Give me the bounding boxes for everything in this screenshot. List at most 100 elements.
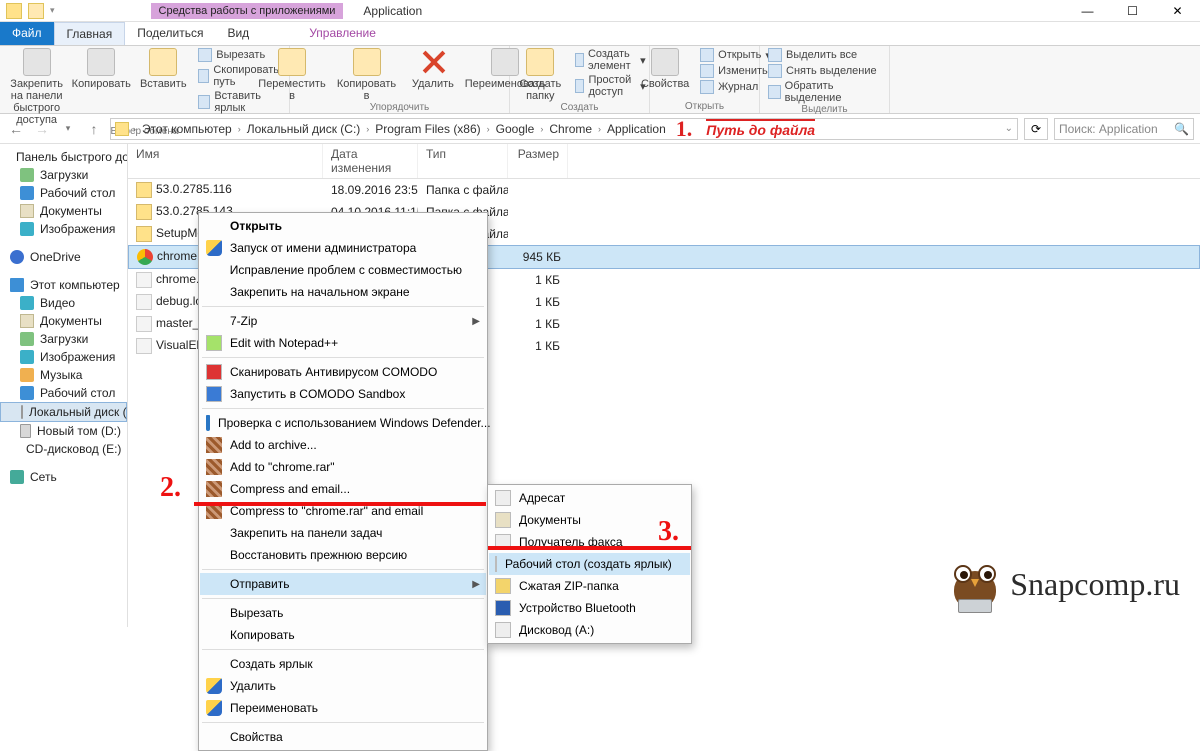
file-icon [136, 294, 152, 310]
invertsel-icon [768, 85, 781, 99]
sidebar-pictures-2[interactable]: Изображения [0, 348, 127, 366]
nav-up-button[interactable]: ↑ [84, 119, 104, 139]
ctx-7zip[interactable]: 7-Zip▶ [200, 310, 486, 332]
ctx-send-to[interactable]: Отправить▶ [200, 573, 486, 595]
pin-quickaccess-button[interactable]: Закрепить на панели быстрого доступа [7, 48, 66, 126]
breadcrumb-dropdown-icon[interactable]: ⌄ [1005, 123, 1013, 134]
new-item-button[interactable]: Создать элемент ▾ [575, 48, 645, 72]
ctx-pin-start[interactable]: Закрепить на начальном экране [200, 281, 486, 303]
ctx-cut[interactable]: Вырезать [200, 602, 486, 624]
move-to-button[interactable]: Переместить в [257, 48, 327, 102]
ctx-run-as-admin[interactable]: Запуск от имени администратора [200, 237, 486, 259]
qat-dropdown-icon[interactable]: ▾ [50, 5, 55, 16]
column-name[interactable]: Имя [128, 144, 323, 178]
ctx-comodo-scan[interactable]: Сканировать Антивирусом COMODO [200, 361, 486, 383]
ctx-restore-version[interactable]: Восстановить прежнюю версию [200, 544, 486, 566]
sidebar-drive-d[interactable]: Новый том (D:) [0, 422, 127, 440]
ctx-add-archive[interactable]: Add to archive... [200, 434, 486, 456]
sidebar-drive-c[interactable]: Локальный диск (C:) [0, 402, 127, 422]
ctx-create-shortcut[interactable]: Создать ярлык [200, 653, 486, 675]
invert-selection-button[interactable]: Обратить выделение [768, 80, 881, 104]
ctx-troubleshoot-compat[interactable]: Исправление проблем с совместимостью [200, 259, 486, 281]
column-date[interactable]: Дата изменения [323, 144, 418, 178]
sidebar-onedrive[interactable]: OneDrive [0, 248, 127, 266]
copy-button[interactable]: Копировать [74, 48, 128, 90]
column-type[interactable]: Тип [418, 144, 508, 178]
ctx-comodo-sandbox[interactable]: Запустить в COMODO Sandbox [200, 383, 486, 405]
tab-view[interactable]: Вид [215, 22, 261, 45]
ctx-rename[interactable]: Переименовать [200, 697, 486, 719]
sidebar-desktop-2[interactable]: Рабочий стол [0, 384, 127, 402]
sendto-bluetooth[interactable]: Устройство Bluetooth [489, 597, 690, 619]
tab-file[interactable]: Файл [0, 22, 54, 45]
ctx-copy[interactable]: Копировать [200, 624, 486, 646]
column-size[interactable]: Размер [508, 144, 568, 178]
ctx-properties[interactable]: Свойства [200, 726, 486, 748]
watermark-text: Snapcomp.ru [1010, 566, 1180, 603]
breadcrumb[interactable]: › Этот компьютер› Локальный диск (C:)› P… [110, 118, 1018, 140]
close-button[interactable]: ✕ [1155, 0, 1200, 22]
minimize-button[interactable]: — [1065, 0, 1110, 22]
paste-icon [149, 48, 177, 76]
sidebar-downloads[interactable]: Загрузки [0, 166, 127, 184]
copy-to-button[interactable]: Копировать в [335, 48, 398, 102]
pictures-icon [20, 222, 34, 236]
properties-button[interactable]: Свойства [638, 48, 692, 90]
nav-forward-button[interactable]: → [32, 119, 52, 139]
copy-icon [87, 48, 115, 76]
defender-icon [206, 415, 210, 431]
pc-icon [10, 278, 24, 292]
search-input[interactable]: Поиск: Application 🔍 [1054, 118, 1194, 140]
annotation-3-underline [488, 546, 691, 550]
nav-back-button[interactable]: ← [6, 119, 26, 139]
copypath-icon [198, 69, 209, 83]
maximize-button[interactable]: ☐ [1110, 0, 1155, 22]
paste-button[interactable]: Вставить [136, 48, 190, 90]
sidebar-this-pc[interactable]: Этот компьютер [0, 276, 127, 294]
ctx-add-chrome-rar[interactable]: Add to "chrome.rar" [200, 456, 486, 478]
winrar-icon [206, 459, 222, 475]
file-row[interactable]: 53.0.2785.11618.09.2016 23:56Папка с фай… [128, 179, 1200, 201]
sendto-zip[interactable]: Сжатая ZIP-папка [489, 575, 690, 597]
sidebar-pictures[interactable]: Изображения [0, 220, 127, 238]
new-folder-button[interactable]: Создать папку [513, 48, 567, 102]
select-all-button[interactable]: Выделить все [768, 48, 881, 62]
sendto-recipient[interactable]: Адресат [489, 487, 690, 509]
file-icon [136, 182, 152, 198]
blank-icon [206, 576, 222, 592]
sendto-floppy[interactable]: Дисковод (A:) [489, 619, 690, 641]
nav-recent-button[interactable]: ▾ [58, 119, 78, 139]
delete-button[interactable]: Удалить [406, 48, 460, 90]
sidebar-network[interactable]: Сеть [0, 468, 127, 486]
sidebar-documents-2[interactable]: Документы [0, 312, 127, 330]
tab-share[interactable]: Поделиться [125, 22, 215, 45]
sidebar-videos[interactable]: Видео [0, 294, 127, 312]
ctx-compress-email[interactable]: Compress and email... [200, 478, 486, 500]
sidebar-desktop[interactable]: Рабочий стол [0, 184, 127, 202]
sidebar-downloads-2[interactable]: Загрузки [0, 330, 127, 348]
select-none-button[interactable]: Снять выделение [768, 64, 881, 78]
ctx-open[interactable]: Открыть [200, 215, 486, 237]
ctx-notepadpp[interactable]: Edit with Notepad++ [200, 332, 486, 354]
ctx-pin-taskbar[interactable]: Закрепить на панели задач [200, 522, 486, 544]
shortcut-icon [198, 95, 210, 109]
ctx-delete[interactable]: Удалить [200, 675, 486, 697]
ctx-defender[interactable]: Проверка с использованием Windows Defend… [200, 412, 486, 434]
easy-access-button[interactable]: Простой доступ ▾ [575, 74, 645, 98]
refresh-button[interactable]: ⟳ [1024, 118, 1048, 140]
sidebar-music[interactable]: Музыка [0, 366, 127, 384]
blank-icon [206, 218, 222, 234]
pictures-icon [20, 350, 34, 364]
sidebar-cdrom[interactable]: CD-дисковод (E:) [0, 440, 127, 458]
video-icon [20, 296, 34, 310]
sendto-desktop-shortcut[interactable]: Рабочий стол (создать ярлык) [489, 553, 690, 575]
search-placeholder: Поиск: Application [1059, 122, 1158, 136]
sidebar-quick-access[interactable]: Панель быстрого доступа [0, 148, 127, 166]
tab-home[interactable]: Главная [54, 22, 126, 45]
copyto-icon [353, 48, 381, 76]
sidebar-documents[interactable]: Документы [0, 202, 127, 220]
folder-open-icon [28, 3, 44, 19]
tab-manage[interactable]: Управление [297, 22, 388, 45]
blank-icon [206, 656, 222, 672]
group-select-label: Выделить [801, 104, 847, 116]
